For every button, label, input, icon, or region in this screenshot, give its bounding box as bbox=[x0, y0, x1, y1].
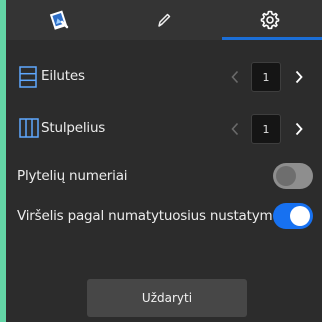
chevron-right-icon bbox=[295, 122, 303, 136]
default-cover-label: Viršelis pagal numatytuosius nustatymus bbox=[17, 208, 288, 224]
rows-icon bbox=[19, 66, 37, 92]
chevron-left-icon bbox=[231, 70, 239, 84]
tile-numbers-label: Plytelių numeriai bbox=[17, 168, 128, 184]
tile-numbers-toggle[interactable] bbox=[273, 163, 313, 189]
rows-increment-button[interactable] bbox=[291, 65, 307, 89]
columns-increment-button[interactable] bbox=[291, 117, 307, 141]
close-button[interactable]: Uždaryti bbox=[87, 279, 247, 317]
gear-icon bbox=[260, 10, 279, 30]
tab-edit[interactable] bbox=[111, 0, 216, 40]
active-tab-indicator bbox=[222, 37, 322, 40]
rows-count-input[interactable] bbox=[251, 62, 281, 92]
chevron-right-icon bbox=[295, 70, 303, 84]
toggle-knob bbox=[290, 206, 310, 226]
pencil-icon bbox=[157, 13, 170, 27]
columns-icon bbox=[19, 118, 39, 142]
default-cover-toggle[interactable] bbox=[273, 203, 313, 229]
columns-label: Stulpelius bbox=[41, 120, 106, 136]
tab-settings[interactable] bbox=[217, 0, 322, 40]
columns-count-input[interactable] bbox=[251, 114, 281, 144]
tab-bar bbox=[6, 0, 322, 40]
chevron-left-icon bbox=[231, 122, 239, 136]
book-cover-icon bbox=[49, 10, 68, 30]
rows-label: Eilutes bbox=[41, 68, 85, 84]
settings-panel: Eilutes Stulpelius Plytelių numeriai bbox=[6, 0, 322, 322]
toggle-knob bbox=[276, 166, 296, 186]
rows-decrement-button[interactable] bbox=[227, 65, 243, 89]
columns-decrement-button[interactable] bbox=[227, 117, 243, 141]
tab-cover[interactable] bbox=[6, 0, 111, 40]
